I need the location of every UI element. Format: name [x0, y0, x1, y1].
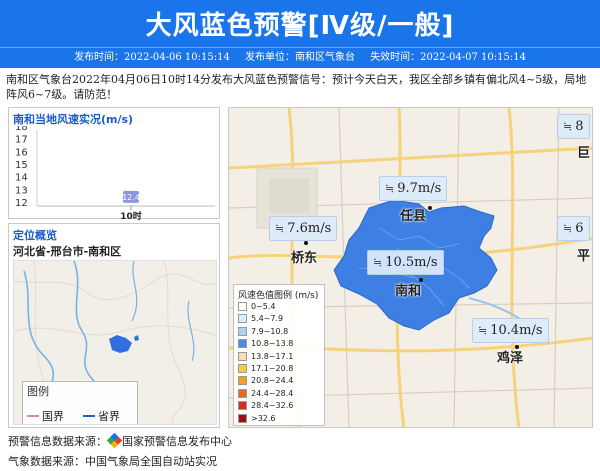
wind-icon: ≒ — [563, 120, 573, 133]
location-panel: 定位概览 河北省-邢台市-南和区 图例 国界 省界 — [8, 223, 220, 428]
wind-legend-row: 13.8~17.1 — [238, 351, 326, 362]
wind-legend-row: 7.9~10.8 — [238, 326, 326, 337]
city-renxian: 任县 — [400, 209, 427, 224]
y-tick-label: 17 — [15, 135, 28, 146]
wind-legend-row: 5.4~7.9 — [238, 313, 326, 324]
y-tick-label: 16 — [15, 147, 28, 158]
warning-title: 大风蓝色预警[Ⅳ级/一般] — [145, 11, 455, 41]
y-tick-label: 14 — [15, 173, 28, 184]
city-jize: 鸡泽 — [497, 351, 524, 366]
city-qiaodong: 桥东 — [291, 251, 318, 266]
issue-time: 发布时间：2022-04-06 10:15:14 — [74, 52, 230, 63]
wind-legend-label: 24.4~28.4 — [251, 388, 294, 398]
city-dot-qiaodong — [304, 241, 308, 245]
city-nanhe: 南和 — [395, 284, 422, 299]
y-tick-label: 18 — [15, 126, 28, 133]
wind-color-legend: 风速色值图例 (m/s) 0~5.4 5.4~7.9 7.9~10.8 10.8~13… — [233, 284, 325, 426]
issuer: 发布单位：南和区气象台 — [245, 52, 355, 63]
wind-label-nanhe[interactable]: ≒ 10.5m/s — [367, 250, 444, 275]
wind-legend-swatch — [238, 351, 247, 361]
wind-legend-row: >32.6 — [238, 413, 326, 424]
wind-legend-swatch — [238, 376, 247, 386]
wind-legend-row: 28.4~32.6 — [238, 400, 326, 411]
wind-label-ju[interactable]: ≒ 8 — [557, 114, 590, 139]
weather-source: 气象数据来源：中国气象局全国自动站实况 — [8, 455, 217, 468]
wind-chart: 18 1716 15 1413 12 12.4 10时 — [15, 126, 215, 220]
legend-national-border: 国界 — [27, 408, 64, 424]
location-overview-map[interactable]: 图例 国界 省界 — [13, 260, 217, 425]
wind-icon: ≒ — [563, 222, 573, 235]
city-ping: 平 — [577, 249, 591, 264]
wind-legend-label: 0~5.4 — [251, 302, 276, 311]
wind-legend-label: 17.1~20.8 — [251, 364, 294, 373]
wind-legend-label: 7.9~10.8 — [251, 326, 289, 336]
location-path: 河北省-邢台市-南和区 — [13, 245, 122, 258]
wind-icon: ≒ — [385, 182, 395, 195]
y-tick-label: 13 — [15, 185, 28, 196]
wind-legend-swatch — [238, 413, 247, 423]
wind-speed-map[interactable]: ≒ 9.7m/s 任县 ≒ 7.6m/s 桥东 ≒ 10.5m/s 南和 ≒ 10.4m… — [228, 107, 593, 428]
wind-panel-title: 南和当地风速实况(m/s) — [13, 113, 134, 126]
wind-legend-label: 10.8~13.8 — [251, 339, 294, 349]
wind-legend-swatch — [238, 302, 247, 311]
wind-legend-row: 17.1~20.8 — [238, 363, 326, 374]
wind-legend-row: 20.8~24.4 — [238, 375, 326, 386]
wind-legend-row: 0~5.4 — [238, 301, 326, 312]
source-logo-icon — [106, 432, 123, 449]
wind-legend-swatch — [238, 364, 247, 373]
wind-label-ping[interactable]: ≒ 6 — [557, 216, 590, 241]
wind-icon: ≒ — [275, 222, 285, 235]
wind-icon: ≒ — [478, 324, 488, 337]
warning-meta-bar: 发布时间：2022-04-06 10:15:14 发布单位：南和区气象台 失效时… — [0, 47, 600, 68]
wind-label-qiaodong[interactable]: ≒ 7.6m/s — [269, 216, 338, 241]
warn-source-name[interactable]: 国家预警信息发布中心 — [122, 435, 232, 448]
y-tick-label: 12 — [15, 198, 28, 209]
city-dot-renxian — [428, 206, 432, 210]
wind-legend-label: 20.8~24.4 — [251, 376, 294, 386]
warn-source: 预警信息数据来源： 国家预警信息发布中心 — [8, 432, 232, 449]
expire-time: 失效时间：2022-04-07 10:15:14 — [370, 52, 526, 63]
wind-legend-label: >32.6 — [251, 413, 276, 423]
wind-legend-swatch — [238, 339, 247, 349]
legend-province-border: 省界 — [83, 408, 120, 424]
wind-legend-row: 24.4~28.4 — [238, 388, 326, 399]
y-tick-label: 15 — [15, 160, 28, 171]
location-legend-title: 图例 — [27, 385, 49, 398]
warn-source-label: 预警信息数据来源： — [8, 435, 107, 448]
wind-legend-swatch — [238, 388, 247, 398]
location-title: 定位概览 — [13, 229, 57, 242]
wind-legend-swatch — [238, 314, 247, 324]
wind-legend-label: 5.4~7.9 — [251, 314, 284, 324]
wind-icon: ≒ — [373, 256, 383, 269]
city-ju: 巨 — [577, 146, 591, 161]
wind-observation-panel: 南和当地风速实况(m/s) 18 17 16 15 14 13 12 12.4 10时 — [8, 107, 220, 220]
data-point-label: 12.4 — [122, 193, 140, 202]
wind-legend-label: 13.8~17.1 — [251, 351, 294, 361]
warning-header: 大风蓝色预警[Ⅳ级/一般] — [0, 0, 600, 47]
location-legend: 图例 国界 省界 — [22, 381, 138, 424]
wind-label-jize[interactable]: ≒ 10.4m/s — [472, 318, 549, 343]
warning-summary: 南和区气象台2022年04月06日10时14分发布大风蓝色预警信号：预计今天白天… — [6, 73, 587, 101]
wind-legend-swatch — [238, 326, 247, 336]
wind-legend-row: 10.8~13.8 — [238, 338, 326, 349]
wind-legend-title: 风速色值图例 (m/s) — [238, 291, 319, 301]
x-tick-label: 10时 — [120, 210, 142, 220]
wind-label-renxian[interactable]: ≒ 9.7m/s — [379, 176, 448, 201]
wind-legend-label: 28.4~32.6 — [251, 401, 294, 411]
wind-legend-swatch — [238, 401, 247, 411]
